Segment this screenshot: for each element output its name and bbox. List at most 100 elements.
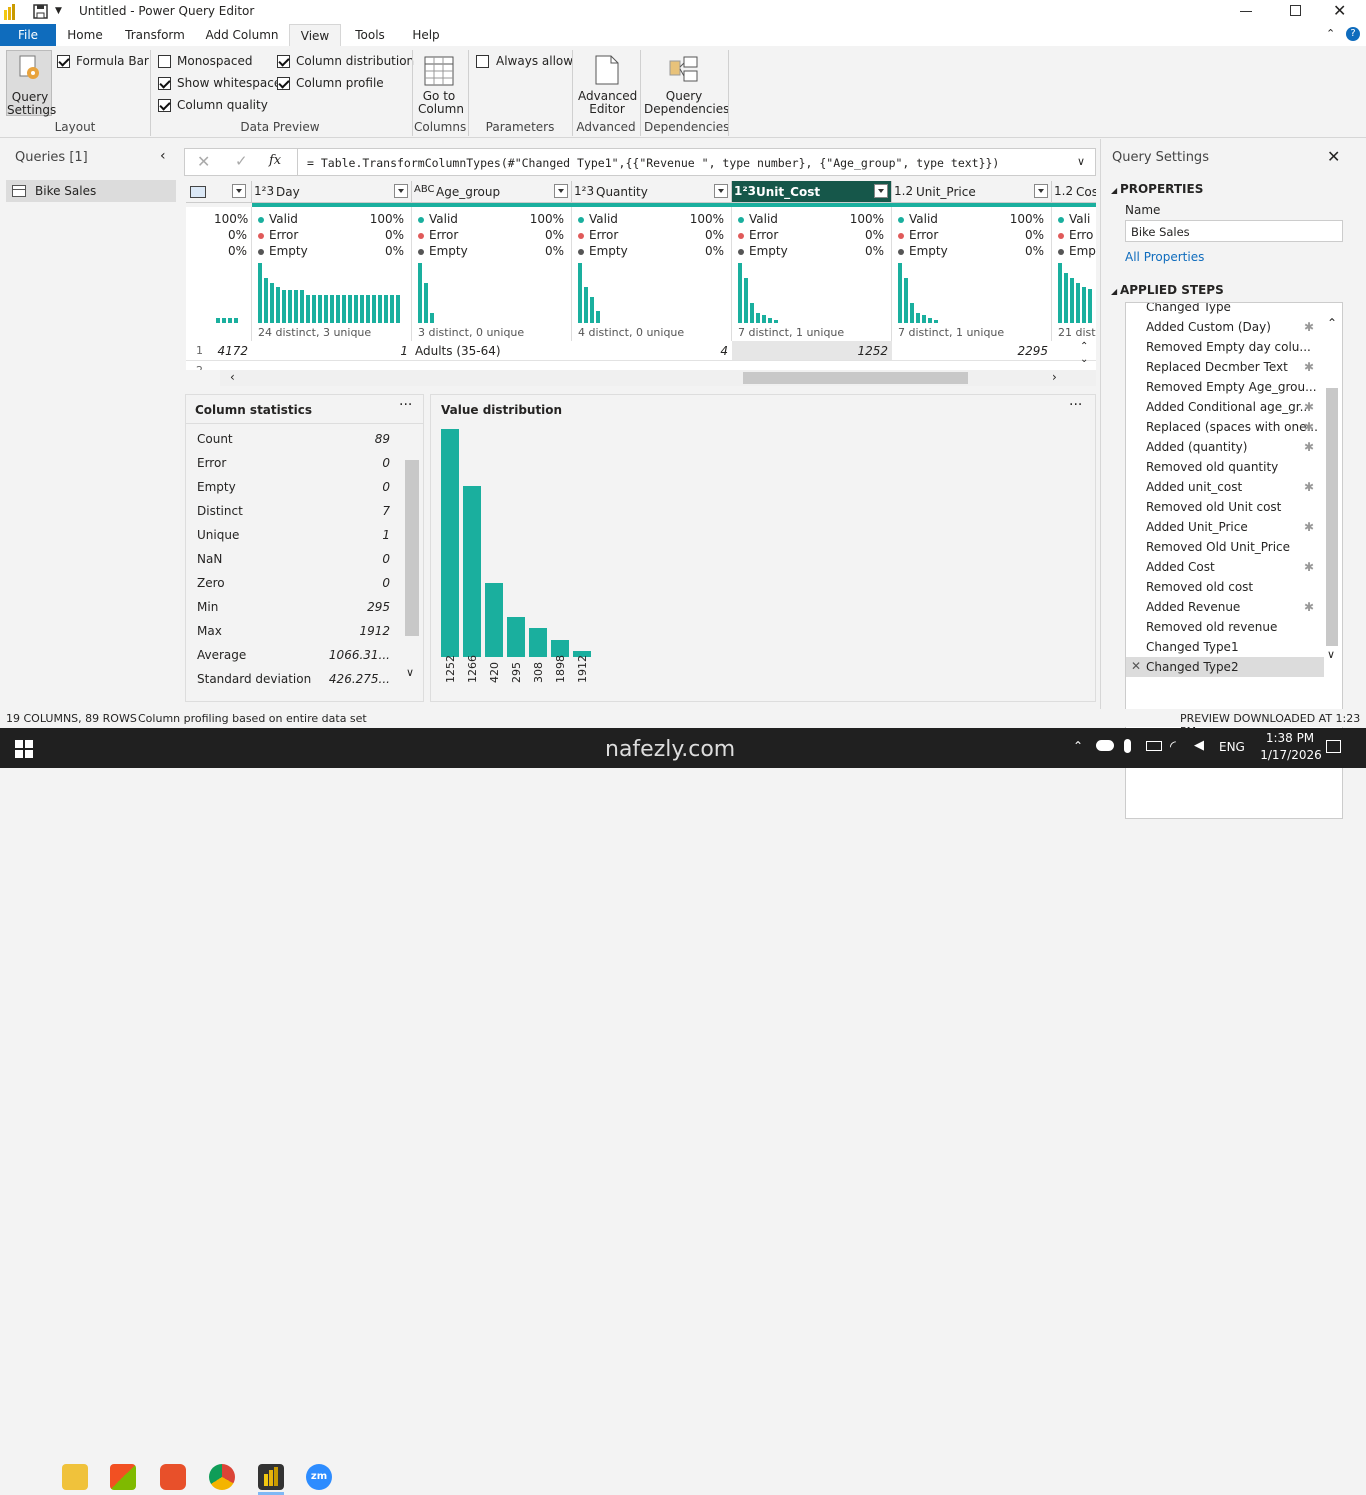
collapse-queries-icon[interactable]: ‹ <box>160 148 166 164</box>
clock-date[interactable]: 1/17/2026 <box>1256 748 1326 762</box>
close-settings-icon[interactable]: ✕ <box>1327 147 1340 166</box>
applied-step-label: Removed Empty Age_grou... <box>1146 380 1317 394</box>
query-settings-button[interactable]: Query Settings <box>6 50 56 117</box>
name-input[interactable]: Bike Sales <box>1125 220 1343 242</box>
help-icon[interactable]: ? <box>1346 27 1360 41</box>
store-icon[interactable] <box>110 1464 136 1490</box>
chrome-icon[interactable] <box>209 1464 235 1490</box>
tab-help[interactable]: Help <box>402 24 450 46</box>
commit-formula-icon[interactable]: ✓ <box>235 152 248 170</box>
query-item-bike-sales[interactable]: Bike Sales <box>6 180 176 202</box>
step-settings-gear-icon[interactable]: ✱ <box>1304 440 1314 454</box>
zoom-icon[interactable]: zm <box>306 1464 332 1490</box>
windows-start-icon[interactable] <box>15 740 33 758</box>
show-whitespace-checkbox[interactable] <box>158 77 171 90</box>
fx-icon[interactable]: fx <box>269 153 281 168</box>
filter-dropdown-icon[interactable] <box>1034 184 1048 198</box>
column-header-age-group[interactable]: ABC Age_group <box>412 181 572 203</box>
step-settings-gear-icon[interactable]: ✱ <box>1304 420 1314 434</box>
step-settings-gear-icon[interactable]: ✱ <box>1304 320 1314 334</box>
delete-step-icon[interactable]: ✕ <box>1131 659 1141 673</box>
filter-dropdown-icon[interactable] <box>554 184 568 198</box>
profiling-status[interactable]: Column profiling based on entire data se… <box>138 712 367 725</box>
save-icon[interactable] <box>33 4 48 19</box>
column-distribution-checkbox[interactable] <box>277 55 290 68</box>
battery-icon[interactable] <box>1146 741 1162 751</box>
always-allow-checkbox[interactable] <box>476 55 489 68</box>
brave-browser-icon[interactable] <box>160 1464 186 1490</box>
step-settings-gear-icon[interactable]: ✱ <box>1304 480 1314 494</box>
all-properties-link[interactable]: All Properties <box>1125 250 1204 264</box>
notification-icon[interactable] <box>1326 740 1341 753</box>
distribution-bar[interactable] <box>463 486 481 657</box>
horizontal-scrollbar[interactable]: ‹ › <box>220 370 1096 386</box>
clock-time[interactable]: 1:38 PM <box>1260 731 1320 745</box>
formula-bar-checkbox[interactable] <box>57 55 70 68</box>
column-quality-checkbox[interactable] <box>158 99 171 112</box>
advanced-editor-button[interactable]: Advanced Editor <box>578 52 637 118</box>
cancel-formula-icon[interactable]: ✕ <box>197 152 210 171</box>
query-dependencies-button[interactable]: Query Dependencies <box>644 52 729 118</box>
distribution-bar-label: 1912 <box>576 655 589 683</box>
row-up-icon[interactable]: ⌃ <box>1080 341 1088 352</box>
column-header-day[interactable]: 1²3 Day <box>252 181 412 203</box>
file-explorer-icon[interactable] <box>62 1464 88 1490</box>
distribution-bar[interactable] <box>529 628 547 657</box>
language-indicator[interactable]: ENG <box>1219 740 1245 754</box>
show-hidden-icons[interactable]: ⌃ <box>1073 739 1083 753</box>
scroll-up-icon[interactable]: ⌃ <box>1327 316 1337 330</box>
tab-file[interactable]: File <box>0 24 56 46</box>
tab-add-column[interactable]: Add Column <box>198 24 286 46</box>
step-settings-gear-icon[interactable]: ✱ <box>1304 600 1314 614</box>
scroll-left-icon[interactable]: ‹ <box>230 370 235 384</box>
more-options-icon[interactable]: ··· <box>399 397 412 413</box>
table-dropdown-icon[interactable] <box>232 184 246 198</box>
step-settings-gear-icon[interactable]: ✱ <box>1304 520 1314 534</box>
tab-view[interactable]: View <box>289 24 341 46</box>
more-options-icon[interactable]: ··· <box>1069 397 1082 413</box>
filter-dropdown-icon[interactable] <box>394 184 408 198</box>
table-row[interactable]: 2 <box>186 361 1096 370</box>
expand-formula-icon[interactable]: ∨ <box>1077 155 1085 168</box>
microphone-icon[interactable] <box>1124 739 1131 753</box>
table-row[interactable]: 1 4172 1 Adults (35-64) 4 1252 2295 <box>186 341 1096 361</box>
filter-dropdown-icon[interactable] <box>714 184 728 198</box>
column-header-unit-price[interactable]: 1.2 Unit_Price <box>892 181 1052 203</box>
scroll-thumb[interactable] <box>743 372 968 384</box>
restore-icon[interactable] <box>1290 5 1301 16</box>
table-menu-button[interactable] <box>186 181 252 203</box>
scroll-right-icon[interactable]: › <box>1052 370 1057 384</box>
cloud-icon[interactable] <box>1096 740 1114 751</box>
collapse-ribbon-icon[interactable]: ⌃ <box>1326 27 1335 40</box>
close-icon[interactable]: ✕ <box>1333 1 1346 20</box>
row-down-icon[interactable]: ⌄ <box>1080 354 1088 365</box>
tab-transform[interactable]: Transform <box>120 24 190 46</box>
scroll-down-icon[interactable]: ∨ <box>406 666 414 679</box>
volume-icon[interactable]: ◀ <box>1194 738 1204 753</box>
column-header-quantity[interactable]: 1²3 Quantity <box>572 181 732 203</box>
quick-access-dropdown-icon[interactable]: ▼ <box>55 6 62 16</box>
column-header-cost[interactable]: 1.2 Cost <box>1052 181 1096 203</box>
wifi-icon[interactable]: ◜ <box>1170 737 1176 755</box>
always-allow-label: Always allow <box>496 54 574 68</box>
monospaced-checkbox[interactable] <box>158 55 171 68</box>
scroll-down-icon[interactable]: ∨ <box>1327 648 1335 661</box>
formula-text[interactable]: = Table.TransformColumnTypes(#"Changed T… <box>307 156 999 170</box>
distribution-bar[interactable] <box>485 583 503 657</box>
column-profile-checkbox[interactable] <box>277 77 290 90</box>
powerbi-taskbar-icon[interactable] <box>258 1464 284 1490</box>
column-header-unit-cost[interactable]: 1²3 Unit_Cost <box>732 181 892 203</box>
tab-tools[interactable]: Tools <box>345 24 395 46</box>
distribution-bar[interactable] <box>441 429 459 657</box>
stats-scrollbar[interactable]: ∨ <box>404 452 420 682</box>
step-settings-gear-icon[interactable]: ✱ <box>1304 560 1314 574</box>
tab-home[interactable]: Home <box>60 24 110 46</box>
filter-dropdown-icon[interactable] <box>874 184 888 198</box>
step-settings-gear-icon[interactable]: ✱ <box>1304 360 1314 374</box>
distribution-bar[interactable] <box>507 617 525 657</box>
minimize-icon[interactable] <box>1240 11 1252 12</box>
stat-label: NaN <box>197 552 223 566</box>
steps-scrollbar[interactable]: ⌃ ∨ <box>1324 316 1340 668</box>
step-settings-gear-icon[interactable]: ✱ <box>1304 400 1314 414</box>
go-to-column-button[interactable]: Go to Column <box>418 52 464 118</box>
